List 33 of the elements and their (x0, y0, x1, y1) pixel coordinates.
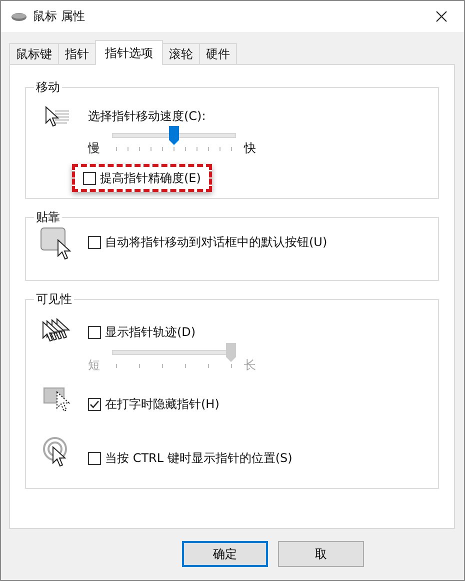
checkbox[interactable] (83, 172, 96, 184)
checkbox-label[interactable]: 当按 CTRL 键时显示指针的位置(S) (105, 450, 292, 466)
ok-button[interactable]: 确定 (182, 541, 268, 567)
window-title: 鼠标 属性 (33, 8, 86, 25)
checkbox[interactable] (88, 236, 101, 248)
slider-label: 选择指针移动速度(C): (88, 108, 207, 124)
slider-track[interactable] (112, 343, 236, 362)
group-title: 可见性 (35, 291, 73, 308)
slider-min-label: 慢 (88, 140, 101, 157)
checkbox-label[interactable]: 显示指针轨迹(D) (105, 324, 196, 340)
slider-track[interactable] (112, 126, 236, 145)
group-title: 移动 (35, 79, 61, 96)
hidden-pointer-icon (43, 387, 71, 413)
slider-max-label: 长 (244, 357, 257, 374)
checkbox[interactable] (88, 452, 101, 464)
cancel-button[interactable]: 取 (278, 541, 364, 567)
tab[interactable]: 指针选项 (95, 40, 163, 65)
tab[interactable]: 硬件 (199, 43, 237, 64)
slider-min-label: 短 (88, 357, 101, 374)
pointer-speed-icon (43, 104, 71, 128)
checkbox-label[interactable]: 自动将指针移动到对话框中的默认按钮(U) (105, 234, 328, 250)
checkbox[interactable] (88, 398, 101, 410)
mouse-icon (11, 12, 27, 22)
slider-max-label: 快 (244, 140, 257, 157)
tab[interactable]: 鼠标键 (9, 43, 59, 64)
pointer-button-icon (40, 227, 74, 261)
checkbox[interactable] (88, 326, 101, 338)
slider-thumb[interactable] (169, 126, 179, 145)
group-title: 贴靠 (35, 209, 61, 226)
close-icon[interactable] (436, 11, 446, 22)
checkbox-label[interactable]: 在打字时隐藏指针(H) (105, 396, 220, 412)
checkbox-label[interactable]: 提高指针精确度(E) (100, 170, 201, 186)
pointer-trail-icon (42, 317, 72, 343)
